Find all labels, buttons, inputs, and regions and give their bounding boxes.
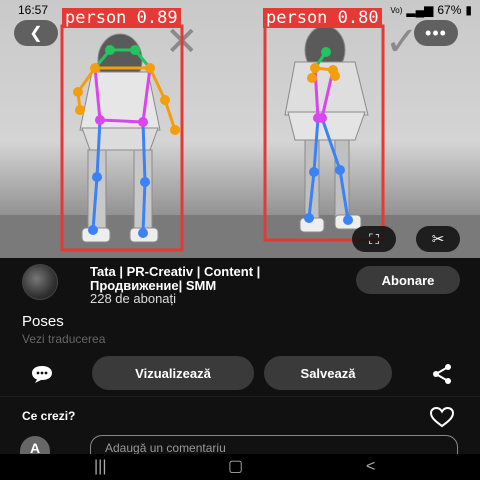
pin-title: Poses [22, 313, 64, 330]
pose-overlay: ✕ ✓ [0, 20, 480, 258]
pin-image[interactable]: ✕ ✓ person 0.89 person 0.80 [0, 0, 480, 258]
visual-search-icon: ⛶ [369, 230, 379, 247]
chevron-left-icon: ❮ [29, 25, 43, 42]
wall-graffiti-2: ✓ [385, 20, 419, 64]
heart-icon[interactable] [428, 405, 456, 429]
creator-name[interactable]: Tata | PR-Creativ | Content | Продвижени… [90, 265, 345, 293]
creator-followers: 228 de abonați [90, 291, 177, 306]
share-icon[interactable] [430, 362, 454, 386]
home-icon[interactable]: ▢ [228, 456, 243, 476]
recents-icon[interactable]: ||| [94, 458, 106, 476]
detection-label-2: person 0.80 [263, 8, 382, 28]
visual-search-button[interactable]: ⛶ [352, 226, 396, 252]
more-options-button[interactable]: ••• [414, 20, 458, 46]
more-horizontal-icon: ••• [425, 22, 447, 43]
scissors-icon: ✂ [431, 231, 445, 248]
back-button[interactable]: ❮ [14, 20, 58, 46]
back-icon[interactable]: < [366, 458, 375, 476]
floor [0, 215, 480, 258]
crop-button[interactable]: ✂ [416, 226, 460, 252]
view-button[interactable]: Vizualizează [92, 356, 254, 390]
creator-avatar[interactable] [22, 264, 58, 300]
translate-link[interactable]: Vezi traducerea [22, 332, 105, 346]
follow-button[interactable]: Abonare [356, 266, 460, 294]
save-button[interactable]: Salvează [264, 356, 392, 390]
speech-bubble-icon[interactable] [30, 364, 54, 384]
detection-label-1: person 0.89 [62, 8, 181, 28]
comments-heading: Ce crezi? [22, 409, 76, 423]
section-divider [0, 396, 480, 397]
